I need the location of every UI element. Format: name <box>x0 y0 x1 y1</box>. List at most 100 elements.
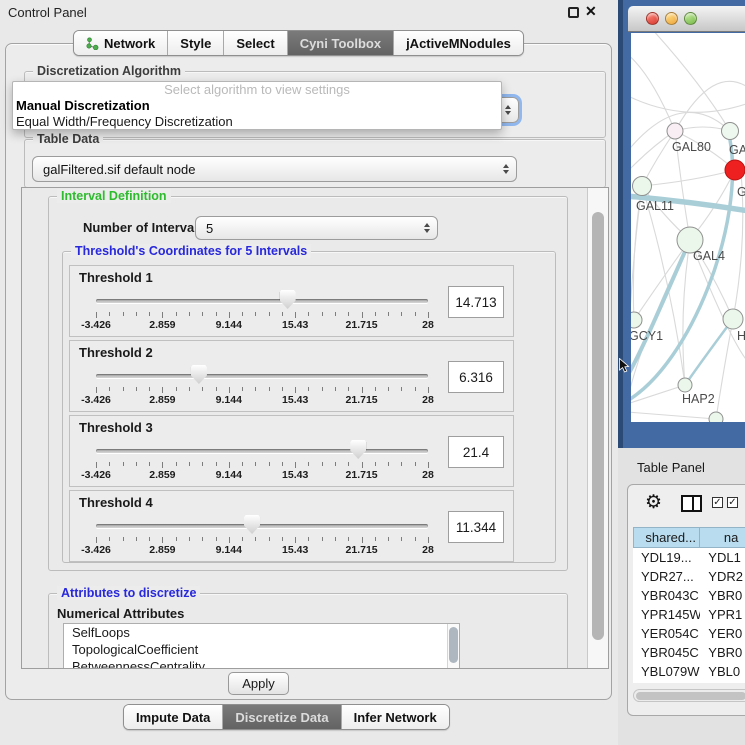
slider-tick <box>375 537 376 541</box>
cell-name: YDR2 <box>700 567 745 586</box>
popup-option-equal-width-frequency[interactable]: Equal Width/Frequency Discretization <box>13 114 501 130</box>
slider-tick <box>229 462 230 468</box>
number-of-intervals-spinner[interactable]: 5 <box>195 216 438 240</box>
slider-tick <box>295 387 296 393</box>
minimize-traffic-light[interactable] <box>665 12 678 25</box>
network-node[interactable] <box>722 123 739 140</box>
tab-select[interactable]: Select <box>224 31 287 55</box>
network-node[interactable] <box>633 177 652 196</box>
threshold-value-field[interactable]: 14.713 <box>448 286 504 318</box>
list-item[interactable]: SelfLoops <box>64 624 459 641</box>
slider-tick <box>282 387 283 391</box>
slider-scale-label: 15.43 <box>282 544 308 556</box>
table-row[interactable]: YDL19...YDL1 <box>633 548 745 567</box>
column-header-shared-name[interactable]: shared... <box>633 527 700 548</box>
tab-impute-data[interactable]: Impute Data <box>124 705 223 729</box>
network-node-label: GAL80 <box>672 140 711 154</box>
zoom-traffic-light[interactable] <box>684 12 697 25</box>
scrollbar-thumb[interactable] <box>636 692 745 700</box>
slider-tick <box>162 462 163 468</box>
algorithm-dropdown-popup: Select algorithm to view settings Manual… <box>12 81 502 130</box>
slider-track[interactable] <box>96 299 428 303</box>
slider-scale-label: 15.43 <box>282 394 308 406</box>
table-row[interactable]: YDR27...YDR2 <box>633 567 745 586</box>
tab-style[interactable]: Style <box>168 31 224 55</box>
network-graph: GAL80GAGGAL11GAL4GCY1HHAP2 <box>631 33 745 422</box>
slider-tick <box>216 462 217 466</box>
table-horizontal-scrollbar[interactable] <box>633 689 745 702</box>
float-window-icon[interactable] <box>568 7 579 18</box>
slider-track[interactable] <box>96 524 428 528</box>
network-canvas[interactable]: GAL80GAGGAL11GAL4GCY1HHAP2 <box>631 33 745 422</box>
slider-track[interactable] <box>96 449 428 453</box>
close-icon[interactable]: ✕ <box>585 3 597 20</box>
thresholds-group-title: Threshold's Coordinates for 5 Intervals <box>71 244 311 258</box>
slider-thumb[interactable] <box>191 365 207 384</box>
table-row[interactable]: YBR045CYBR0 <box>633 643 745 662</box>
table-row[interactable]: YPR145WYPR1 <box>633 605 745 624</box>
slider-tick <box>255 312 256 316</box>
tab-discretize-data[interactable]: Discretize Data <box>223 705 341 729</box>
network-window-titlebar[interactable] <box>628 6 745 32</box>
cell-shared-name: YLR345W <box>633 681 700 683</box>
slider-tick <box>322 462 323 466</box>
split-columns-icon[interactable] <box>681 495 702 512</box>
network-edge <box>631 412 716 419</box>
tab-network[interactable]: Network <box>74 31 168 55</box>
slider-tick <box>255 387 256 391</box>
popup-option-manual-discretization[interactable]: Manual Discretization <box>13 98 501 114</box>
slider-tick <box>282 312 283 316</box>
slider-tick <box>189 312 190 316</box>
network-node[interactable] <box>667 123 683 139</box>
close-traffic-light[interactable] <box>646 12 659 25</box>
network-node[interactable] <box>709 412 723 422</box>
table-row[interactable]: YBR043CYBR0 <box>633 586 745 605</box>
tab-jactivemnodules[interactable]: jActiveMNodules <box>394 31 523 55</box>
checkbox-icon[interactable]: ✓ <box>712 497 723 508</box>
column-header-name[interactable]: na <box>700 527 745 548</box>
slider-scale-label: 2.859 <box>149 394 175 406</box>
table-row[interactable]: YLR345WYLR3 <box>633 681 745 683</box>
list-item[interactable]: BetweennessCentrality <box>64 658 459 669</box>
tab-network-label: Network <box>104 36 155 51</box>
slider-tick <box>362 462 363 468</box>
network-node[interactable] <box>678 378 692 392</box>
threshold-value-field[interactable]: 11.344 <box>448 511 504 543</box>
slider-thumb[interactable] <box>280 290 296 309</box>
network-node[interactable] <box>725 160 745 180</box>
slider-tick <box>269 312 270 316</box>
slider-thumb[interactable] <box>244 515 260 534</box>
combo-arrows-icon <box>505 105 511 115</box>
tab-infer-network[interactable]: Infer Network <box>342 705 449 729</box>
node-table[interactable]: shared... na YDL19...YDL1YDR27...YDR2YBR… <box>633 527 745 683</box>
tab-cyni-toolbox[interactable]: Cyni Toolbox <box>288 31 394 55</box>
numerical-attributes-list[interactable]: SelfLoopsTopologicalCoefficientBetweenne… <box>63 623 460 669</box>
attribute-list-scrollbar[interactable] <box>447 624 459 669</box>
gear-icon[interactable]: ⚙ <box>645 491 662 514</box>
settings-vertical-scrollbar[interactable] <box>587 188 608 668</box>
network-node[interactable] <box>723 309 743 329</box>
scrollbar-thumb[interactable] <box>449 627 458 663</box>
slider-tick <box>335 312 336 316</box>
slider-tick <box>335 387 336 391</box>
slider-tick <box>428 312 429 318</box>
slider-tick <box>415 312 416 316</box>
table-row[interactable]: YBL079WYBL0 <box>633 662 745 681</box>
slider-tick <box>269 387 270 391</box>
network-node[interactable] <box>631 312 642 328</box>
cell-name: YBL0 <box>700 662 745 681</box>
apply-button[interactable]: Apply <box>228 672 289 695</box>
slider-scale-label: 15.43 <box>282 319 308 331</box>
threshold-value-field[interactable]: 21.4 <box>448 436 504 468</box>
table-row[interactable]: YER054CYER0 <box>633 624 745 643</box>
scrollbar-thumb[interactable] <box>592 212 604 640</box>
slider-track[interactable] <box>96 374 428 378</box>
list-item[interactable]: TopologicalCoefficient <box>64 641 459 658</box>
interval-definition-title: Interval Definition <box>57 189 171 203</box>
slider-tick <box>415 462 416 466</box>
threshold-value-field[interactable]: 6.316 <box>448 361 504 393</box>
network-view-window[interactable]: GAL80GAGGAL11GAL4GCY1HHAP2 <box>618 0 745 448</box>
table-data-combo[interactable]: galFiltered.sif default node <box>32 156 517 182</box>
slider-thumb[interactable] <box>350 440 366 459</box>
checkbox-icon[interactable]: ✓ <box>727 497 738 508</box>
